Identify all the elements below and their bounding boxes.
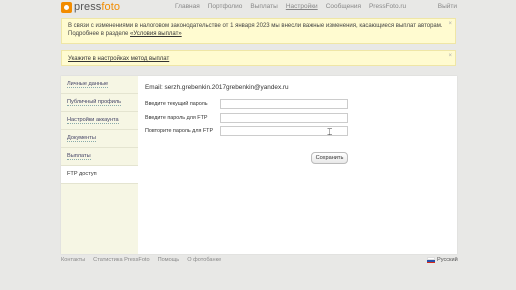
nav-payouts[interactable]: Выплаты — [250, 3, 277, 10]
footer-about-link[interactable]: О фотобанке — [187, 257, 221, 263]
ftp-password-label: Введите пароль для FTP — [145, 115, 208, 121]
top-bar: pressfoto Главная Портфолио Выплаты Наст… — [0, 0, 516, 14]
main-nav: Главная Портфолио Выплаты Настройки Сооб… — [175, 3, 406, 10]
logo-text: pressfoto — [74, 1, 121, 13]
nav-pressfoto-site[interactable]: PressFoto.ru — [369, 3, 406, 10]
close-icon[interactable]: × — [448, 52, 452, 60]
current-password-label: Введите текущий пароль — [145, 101, 208, 107]
nav-messages[interactable]: Сообщения — [326, 3, 361, 10]
payout-method-link[interactable]: Укажите в настройках метод выплат — [68, 56, 169, 62]
camera-icon — [61, 1, 72, 13]
footer-help-link[interactable]: Помощь — [158, 257, 180, 263]
ftp-password-row: Введите пароль для FTP — [145, 113, 348, 123]
current-password-input[interactable] — [220, 99, 348, 109]
ftp-form: Email: serzh.grebenkin.2017grebenkin@yan… — [145, 84, 348, 164]
logo[interactable]: pressfoto — [61, 1, 120, 13]
payout-change-notice: В связи с изменениями в налоговом законо… — [61, 18, 456, 44]
language-selector[interactable]: Русский — [427, 257, 458, 263]
current-password-row: Введите текущий пароль — [145, 99, 348, 109]
sidebar-item-public-profile[interactable]: Публичный профиль — [61, 94, 138, 112]
sidebar-item-payouts[interactable]: Выплаты — [61, 148, 138, 166]
close-icon[interactable]: × — [448, 20, 452, 28]
sidebar-item-documents[interactable]: Документы — [61, 130, 138, 148]
ftp-password-input[interactable] — [220, 113, 348, 123]
settings-panel: Личные данные Публичный профиль Настройк… — [61, 76, 457, 254]
settings-sidebar: Личные данные Публичный профиль Настройк… — [61, 76, 138, 254]
sidebar-item-personal-data[interactable]: Личные данные — [61, 76, 138, 94]
sidebar-item-ftp-access[interactable]: FTP доступ — [61, 166, 138, 184]
language-label: Русский — [437, 257, 458, 263]
nav-portfolio[interactable]: Портфолио — [208, 3, 243, 10]
footer-stats-link[interactable]: Статистика PressFoto — [93, 257, 149, 263]
repeat-password-label: Повторите пароль для FTP — [145, 128, 214, 134]
save-button[interactable]: Сохранить — [311, 152, 348, 164]
payout-terms-link[interactable]: «Условия выплат» — [130, 31, 182, 37]
payout-method-notice: Укажите в настройках метод выплат × — [61, 50, 456, 66]
nav-settings[interactable]: Настройки — [286, 3, 318, 10]
text-cursor-icon: ⌶ — [327, 127, 333, 137]
payout-change-text: В связи с изменениями в налоговом законо… — [68, 23, 443, 37]
nav-home[interactable]: Главная — [175, 3, 200, 10]
sidebar-item-account-settings[interactable]: Настройки аккаунта — [61, 112, 138, 130]
email-line: Email: serzh.grebenkin.2017grebenkin@yan… — [145, 84, 289, 91]
russian-flag-icon — [427, 257, 435, 263]
logout-link[interactable]: Выйти — [438, 3, 457, 10]
footer-links: Контакты Статистика PressFoto Помощь О ф… — [61, 257, 221, 263]
repeat-password-row: Повторите пароль для FTP — [145, 126, 348, 136]
footer-contacts-link[interactable]: Контакты — [61, 257, 85, 263]
